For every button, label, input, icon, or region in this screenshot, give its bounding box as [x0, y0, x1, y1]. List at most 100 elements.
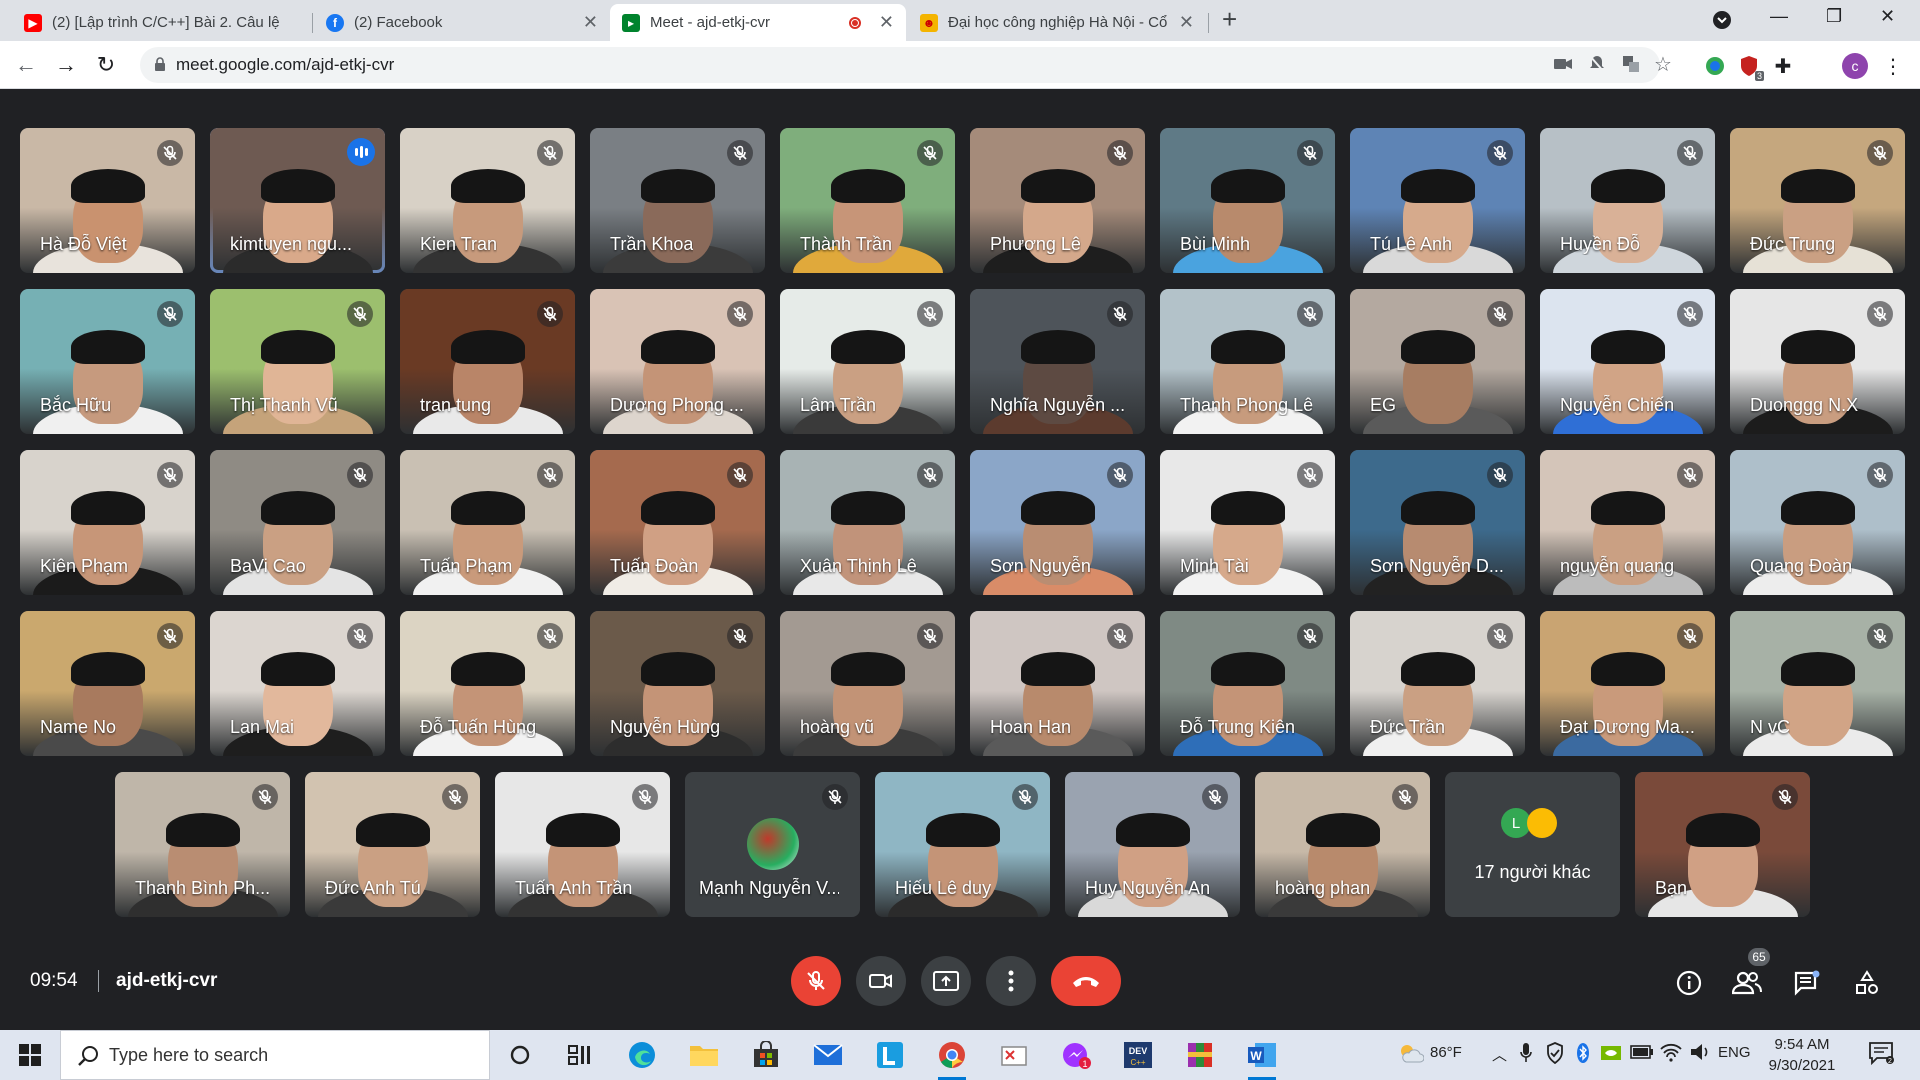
participant-tile[interactable]: Hà Đỗ Việt: [20, 128, 195, 273]
participant-tile[interactable]: Sơn Nguyễn: [970, 450, 1145, 595]
participant-tile[interactable]: Thành Trần: [780, 128, 955, 273]
taskbar-search-input[interactable]: Type here to search: [60, 1030, 490, 1080]
participant-tile[interactable]: Sơn Nguyễn D...: [1350, 450, 1525, 595]
notifications-blocked-icon[interactable]: [1586, 53, 1608, 75]
participant-tile[interactable]: kimtuyen ngu...: [210, 128, 385, 273]
taskbar-chrome[interactable]: [932, 1035, 972, 1080]
taskbar-store[interactable]: [746, 1035, 786, 1075]
extension-shield-icon[interactable]: 3: [1738, 55, 1764, 81]
participant-tile[interactable]: Thị Thanh Vũ: [210, 289, 385, 434]
participant-tile[interactable]: Quang Đoàn: [1730, 450, 1905, 595]
participant-tile[interactable]: Thanh Bình Ph...: [115, 772, 290, 917]
participant-tile[interactable]: BaVi Cao: [210, 450, 385, 595]
input-language[interactable]: ENG: [1718, 1044, 1751, 1061]
camera-toggle-button[interactable]: [856, 956, 906, 1006]
system-clock[interactable]: 9:54 AM 9/30/2021: [1752, 1034, 1852, 1076]
translate-icon[interactable]: [1620, 53, 1642, 75]
participant-tile[interactable]: Nghĩa Nguyễn ...: [970, 289, 1145, 434]
taskbar-winrar[interactable]: [1180, 1035, 1220, 1075]
participant-tile[interactable]: EG: [1350, 289, 1525, 434]
microphone-tray-icon[interactable]: [1520, 1042, 1532, 1068]
close-tab-icon[interactable]: ✕: [879, 12, 894, 33]
participant-tile[interactable]: Lâm Trần: [780, 289, 955, 434]
participant-tile[interactable]: Bắc Hữu: [20, 289, 195, 434]
meeting-details-button[interactable]: [1674, 968, 1704, 998]
tab-search-button[interactable]: [1712, 10, 1732, 35]
participant-tile[interactable]: Xuân Thịnh Lê: [780, 450, 955, 595]
participant-tile[interactable]: Hiếu Lê duy: [875, 772, 1050, 917]
participant-tile[interactable]: Đức Anh Tú: [305, 772, 480, 917]
more-participants-tile[interactable]: L 17 người khác: [1445, 772, 1620, 917]
participant-tile[interactable]: Bạn: [1635, 772, 1810, 917]
participant-tile[interactable]: Phương Lê: [970, 128, 1145, 273]
reload-button[interactable]: ↻: [92, 51, 120, 79]
more-options-button[interactable]: [986, 956, 1036, 1006]
participant-tile[interactable]: Tuấn Đoàn: [590, 450, 765, 595]
participant-tile[interactable]: Hoan Han: [970, 611, 1145, 756]
participant-tile[interactable]: Trần Khoa: [590, 128, 765, 273]
participant-tile[interactable]: Tuấn Phạm: [400, 450, 575, 595]
weather-temp[interactable]: 86°F: [1430, 1044, 1462, 1061]
participant-tile[interactable]: Đức Trung: [1730, 128, 1905, 273]
forward-button[interactable]: →: [52, 51, 80, 79]
tab-youtube[interactable]: ▶ (2) [Lập trình C/C++] Bài 2. Câu lệ: [12, 4, 310, 41]
chat-button[interactable]: [1792, 968, 1822, 998]
taskbar-messenger[interactable]: 1: [1056, 1035, 1096, 1075]
wifi-tray-icon[interactable]: [1660, 1042, 1682, 1066]
participant-tile[interactable]: Kien Tran: [400, 128, 575, 273]
taskbar-edge[interactable]: [622, 1035, 662, 1075]
participant-tile[interactable]: Nguyễn Hùng: [590, 611, 765, 756]
close-tab-icon[interactable]: ✕: [583, 12, 598, 33]
present-screen-button[interactable]: [921, 956, 971, 1006]
minimize-button[interactable]: —: [1770, 6, 1788, 27]
tab-meet[interactable]: ▸ Meet - ajd-etkj-cvr ✕: [610, 4, 906, 41]
participant-tile[interactable]: Tú Lê Anh: [1350, 128, 1525, 273]
participant-tile[interactable]: Đạt Dương Ma...: [1540, 611, 1715, 756]
browser-menu-icon[interactable]: ⋮: [1882, 55, 1904, 78]
bluetooth-tray-icon[interactable]: [1576, 1042, 1590, 1068]
start-button[interactable]: [0, 1030, 60, 1080]
participant-tile[interactable]: Thanh Phong Lê: [1160, 289, 1335, 434]
participant-tile[interactable]: hoàng vũ: [780, 611, 955, 756]
participant-tile[interactable]: Lan Mai: [210, 611, 385, 756]
participant-tile[interactable]: Minh Tài: [1160, 450, 1335, 595]
tab-facebook[interactable]: f (2) Facebook ✕: [314, 4, 610, 41]
participant-tile[interactable]: Mạnh Nguyễn V...: [685, 772, 860, 917]
participant-tile[interactable]: N vC: [1730, 611, 1905, 756]
taskbar-file-explorer[interactable]: [684, 1035, 724, 1075]
close-tab-icon[interactable]: ✕: [1179, 12, 1194, 33]
taskbar-lingoes[interactable]: [870, 1035, 910, 1075]
mic-toggle-button[interactable]: [791, 956, 841, 1006]
taskbar-devcpp[interactable]: DEV C++: [1118, 1035, 1158, 1075]
participant-tile[interactable]: Huyền Đỗ: [1540, 128, 1715, 273]
taskbar-word[interactable]: W: [1242, 1035, 1282, 1080]
participant-tile[interactable]: nguyễn quang: [1540, 450, 1715, 595]
taskbar-snipping[interactable]: [994, 1035, 1034, 1075]
bookmark-star-icon[interactable]: ☆: [1652, 53, 1674, 76]
show-hidden-icons-icon[interactable]: ︿: [1492, 1044, 1507, 1065]
participant-tile[interactable]: Đỗ Trung Kiên: [1160, 611, 1335, 756]
maximize-button[interactable]: ❐: [1826, 6, 1842, 27]
address-bar[interactable]: meet.google.com/ajd-etkj-cvr ☆: [140, 47, 1672, 83]
weather-icon[interactable]: [1398, 1042, 1425, 1068]
participant-tile[interactable]: Bùi Minh: [1160, 128, 1335, 273]
taskbar-mail[interactable]: [808, 1035, 848, 1075]
profile-avatar[interactable]: c: [1842, 53, 1868, 79]
leave-call-button[interactable]: [1051, 956, 1121, 1006]
participant-tile[interactable]: Đỗ Tuấn Hùng: [400, 611, 575, 756]
close-window-button[interactable]: ✕: [1880, 6, 1895, 27]
extensions-puzzle-icon[interactable]: ✚: [1772, 55, 1794, 78]
participant-tile[interactable]: Kiên Phạm: [20, 450, 195, 595]
participant-tile[interactable]: Tuấn Anh Trần: [495, 772, 670, 917]
participant-tile[interactable]: Dương Phong ...: [590, 289, 765, 434]
nvidia-tray-icon[interactable]: [1600, 1042, 1622, 1068]
notification-center-button[interactable]: 2: [1868, 1040, 1894, 1070]
cortana-button[interactable]: [500, 1035, 540, 1075]
task-view-button[interactable]: [560, 1035, 600, 1075]
participant-tile[interactable]: Name No: [20, 611, 195, 756]
participant-tile[interactable]: Duonggg N.X: [1730, 289, 1905, 434]
participant-tile[interactable]: Huy Nguyễn An: [1065, 772, 1240, 917]
participants-button[interactable]: [1732, 968, 1762, 998]
new-tab-button[interactable]: +: [1222, 4, 1237, 35]
tab-haui[interactable]: ☻ Đại học công nghiệp Hà Nội - Cổ ✕: [908, 4, 1206, 41]
